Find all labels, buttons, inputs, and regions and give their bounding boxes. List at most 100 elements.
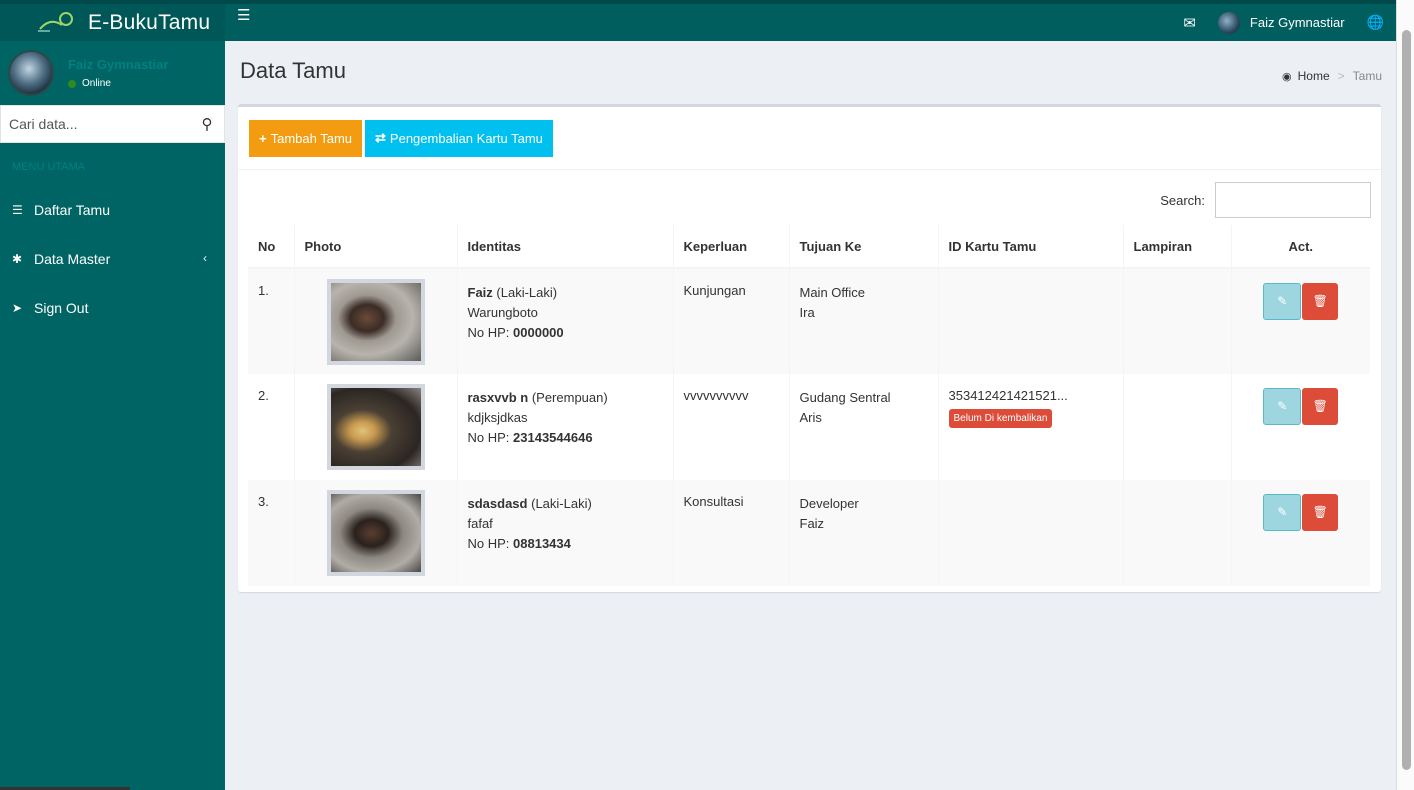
card-id-cell: 353412421421521... Belum Di kembalikan [938, 374, 1124, 480]
purpose-cell: Konsultasi [673, 480, 790, 586]
envelope-icon[interactable]: ✉ [1183, 14, 1196, 32]
purpose-cell: Kunjungan [673, 268, 790, 374]
guest-address: Warungboto [467, 305, 538, 320]
breadcrumb-home[interactable]: Home [1298, 69, 1330, 83]
photo-cell [294, 268, 458, 374]
add-guest-label: Tambah Tamu [270, 130, 353, 146]
identity-cell: rasxvvb n (Perempuan) kdjksjdkas No HP: … [457, 374, 674, 480]
logo-icon [36, 11, 76, 35]
return-card-label: Pengembalian Kartu Tamu [389, 130, 543, 146]
delete-button[interactable]: 🗑 [1302, 388, 1339, 425]
page-scrollbar[interactable] [1396, 0, 1414, 790]
photo-cell [294, 374, 458, 480]
menu-toggle-icon[interactable]: ☰ [237, 6, 250, 24]
destination-place: Gudang Sentral [799, 390, 891, 405]
column-header[interactable]: Tujuan Ke [789, 225, 939, 269]
guest-table: No Photo Identitas Keperluan Tujuan Ke I… [248, 225, 1370, 586]
return-card-button[interactable]: ⇄ Pengembalian Kartu Tamu [365, 119, 553, 157]
edit-button[interactable]: ✎ [1263, 388, 1302, 425]
exchange-icon: ⇄ [375, 130, 386, 145]
attachment-cell [1123, 480, 1232, 586]
table-search: Search: [1160, 182, 1371, 218]
status-indicator: Online [68, 78, 168, 89]
logo[interactable]: E-BukuTamu [0, 4, 225, 41]
delete-button[interactable]: 🗑 [1302, 283, 1339, 320]
status-badge: Belum Di kembalikan [948, 409, 1053, 428]
guest-gender: (Perempuan) [531, 390, 608, 405]
column-header[interactable]: Keperluan [673, 225, 790, 269]
trash-icon: 🗑 [1312, 294, 1328, 308]
sidebar: Faiz Gymnastiar Online ⚲ MENU UTAMA ☰ Da… [0, 41, 225, 790]
delete-button[interactable]: 🗑 [1302, 494, 1339, 531]
table-header-row: No Photo Identitas Keperluan Tujuan Ke I… [248, 225, 1370, 269]
toolbar: + Tambah Tamu ⇄ Pengembalian Kartu Tamu [238, 107, 1381, 170]
sidebar-user-name: Faiz Gymnastiar [68, 57, 169, 72]
column-header[interactable]: Lampiran [1123, 225, 1232, 269]
sidebar-search-input[interactable] [1, 106, 190, 142]
edit-icon: ✎ [1277, 505, 1288, 519]
destination-cell: Developer Faiz [789, 480, 939, 586]
edit-button[interactable]: ✎ [1263, 283, 1302, 320]
edit-button[interactable]: ✎ [1263, 494, 1302, 531]
search-icon[interactable]: ⚲ [190, 106, 224, 142]
column-header[interactable]: No [248, 225, 295, 269]
card-id-cell [938, 480, 1124, 586]
guest-address: kdjksjdkas [467, 410, 528, 425]
breadcrumb-current: Tamu [1352, 69, 1382, 83]
guest-phone: 23143544646 [513, 430, 593, 445]
row-number: 3. [248, 480, 295, 586]
sidebar-item-label: Sign Out [34, 299, 89, 316]
sidebar-item-label: Data Master [34, 250, 111, 267]
sidebar-search: ⚲ [0, 105, 225, 143]
trash-icon: 🗑 [1312, 505, 1328, 519]
user-panel: Faiz Gymnastiar Online [0, 41, 225, 105]
column-header[interactable]: Act. [1231, 225, 1370, 269]
card-id: 353412421421521... [948, 388, 1068, 403]
purpose-cell: vvvvvvvvvv [673, 374, 790, 480]
breadcrumb: ◉ Home > Tamu [1282, 69, 1382, 83]
attachment-cell [1123, 374, 1232, 480]
destination-person: Aris [799, 410, 822, 425]
breadcrumb-separator: > [1337, 69, 1345, 83]
identity-cell: sdasdasd (Laki-Laki) fafaf No HP: 088134… [457, 480, 674, 586]
guest-phone: 08813434 [513, 536, 571, 551]
sign-out-icon: ➤ [12, 300, 23, 315]
header-user-name[interactable]: Faiz Gymnastiar [1250, 15, 1345, 30]
table-search-input[interactable] [1215, 182, 1371, 218]
avatar [8, 50, 54, 96]
sidebar-item-sign-out[interactable]: ➤ Sign Out [0, 283, 225, 332]
gear-icon: ✱ [12, 251, 23, 266]
scrollbar-thumb[interactable] [1402, 30, 1411, 770]
row-number: 2. [248, 374, 295, 480]
column-header[interactable]: Photo [294, 225, 458, 269]
column-header[interactable]: Identitas [457, 225, 674, 269]
add-guest-button[interactable]: + Tambah Tamu [249, 119, 363, 157]
action-cell: ✎ 🗑 [1231, 268, 1370, 374]
status-dot-icon [68, 79, 76, 88]
page-title: Data Tamu [240, 58, 346, 83]
guest-photo[interactable] [326, 490, 425, 576]
table-row: 3. sdasdasd (Laki-Laki) fafaf No HP: 088… [248, 480, 1370, 586]
sidebar-item-daftar-tamu[interactable]: ☰ Daftar Tamu [0, 185, 225, 234]
sidebar-item-data-master[interactable]: ✱ Data Master ‹ [0, 234, 225, 283]
destination-cell: Main Office Ira [789, 268, 939, 374]
hp-label: No HP: [467, 536, 510, 551]
guest-gender: (Laki-Laki) [531, 496, 592, 511]
column-header[interactable]: ID Kartu Tamu [938, 225, 1124, 269]
globe-icon[interactable]: 🌐 [1367, 14, 1384, 31]
identity-cell: Faiz (Laki-Laki) Warungboto No HP: 00000… [457, 268, 674, 374]
guest-photo[interactable] [326, 279, 425, 365]
list-icon: ☰ [12, 202, 23, 217]
guest-photo[interactable] [326, 384, 425, 470]
sidebar-item-label: Daftar Tamu [34, 201, 110, 218]
header-avatar[interactable] [1217, 11, 1240, 34]
attachment-cell [1123, 268, 1232, 374]
table-row: 2. rasxvvb n (Perempuan) kdjksjdkas No H… [248, 374, 1370, 480]
brand-name: E-BukuTamu [88, 10, 211, 34]
guest-name: rasxvvb n [467, 390, 529, 405]
guest-name: sdasdasd [467, 496, 528, 511]
row-number: 1. [248, 268, 295, 374]
destination-place: Developer [799, 496, 859, 511]
edit-icon: ✎ [1277, 294, 1288, 308]
photo-cell [294, 480, 458, 586]
